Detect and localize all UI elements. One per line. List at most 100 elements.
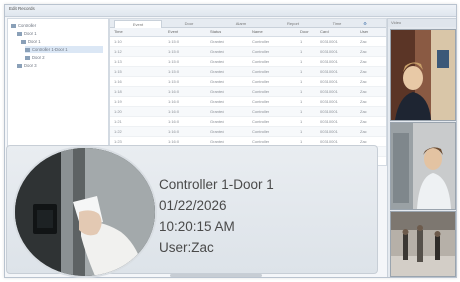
column-header[interactable]: Status (210, 28, 221, 36)
table-cell: 00310001 (320, 49, 338, 54)
table-cell: 00310001 (320, 119, 338, 124)
table-cell: 00310001 (320, 99, 338, 104)
tree-item-selected[interactable]: Controller 1-Door 1 (25, 46, 103, 53)
tab-door[interactable]: Door (166, 20, 212, 27)
table-row[interactable]: 1:12 1:15:0 Granted Controller 1 00310001 Zac (110, 47, 386, 57)
tree-item-label: Door 1 (24, 31, 37, 36)
camera-view-3[interactable] (390, 211, 456, 277)
table-cell: Granted (210, 99, 225, 104)
table-row[interactable]: 1:16 1:15:0 Granted Controller 1 00310001 Zac (110, 77, 386, 87)
table-row[interactable]: 1:13 1:15:0 Granted Controller 1 00310001 Zac (110, 57, 386, 67)
table-cell: Granted (210, 39, 225, 44)
table-row[interactable]: 1:10 1:15:0 Granted Controller 1 00310001 Zac (110, 37, 386, 47)
table-cell: 1 (300, 129, 303, 134)
table-cell: 1 (300, 79, 303, 84)
table-row[interactable]: 1:22 1:16:0 Granted Controller 1 00310001 Zac (110, 127, 386, 137)
table-cell: 1 (300, 119, 303, 124)
table-cell: 00310001 (320, 39, 338, 44)
table-cell: Zac (360, 39, 367, 44)
table-cell: Zac (360, 119, 367, 124)
table-cell: 1:20 (114, 109, 122, 114)
popup-time: 10:20:15 AM (159, 219, 235, 234)
column-header[interactable]: Card (320, 28, 329, 36)
tree-item-label: Controller (18, 23, 37, 28)
tab-event[interactable]: Event (114, 20, 162, 28)
table-cell: Granted (210, 49, 225, 54)
table-cell: Zac (360, 59, 367, 64)
table-cell: 1:16 (114, 79, 122, 84)
table-cell: 1 (300, 59, 303, 64)
table-cell: Controller (252, 79, 270, 84)
door-icon (25, 55, 30, 60)
tree-item-label: Door 2 (32, 55, 45, 60)
device-tree[interactable]: Controller Door 1 Door 1 Controller 1-Do… (7, 18, 109, 166)
table-cell: Controller (252, 119, 270, 124)
table-cell: Granted (210, 89, 225, 94)
table-cell: 00310001 (320, 69, 338, 74)
table-cell: Zac (360, 99, 367, 104)
table-cell: Zac (360, 109, 367, 114)
popup-door: Controller 1-Door 1 (159, 177, 274, 192)
tree-item[interactable]: Door 2 (25, 54, 45, 61)
tree-item[interactable]: Door 1 (17, 30, 37, 37)
settings-icon[interactable]: ⚙ (360, 20, 370, 27)
table-cell: Controller (252, 109, 270, 114)
table-cell: 1:18 (114, 89, 122, 94)
table-cell: 1:15:0 (168, 49, 180, 54)
table-cell: Zac (360, 69, 367, 74)
tab-time[interactable]: Time (322, 20, 352, 27)
table-cell: 1:16:0 (168, 89, 180, 94)
tree-item[interactable]: Door 1 (21, 38, 41, 45)
table-cell: 00310001 (320, 89, 338, 94)
table-cell: 1 (300, 99, 303, 104)
video-panel: Video (387, 18, 456, 277)
tree-item-label: Door 3 (24, 63, 37, 68)
table-cell: 1:13 (114, 59, 122, 64)
camera-image-2 (391, 123, 455, 209)
camera-view-2[interactable] (390, 122, 456, 210)
table-cell: 1:15:0 (168, 39, 180, 44)
column-header[interactable]: User (360, 28, 368, 36)
tree-item[interactable]: Door 3 (17, 62, 37, 69)
table-cell: Controller (252, 129, 270, 134)
tab-alarm[interactable]: Alarm (218, 20, 264, 27)
event-grid[interactable]: Event Door Alarm Report Time ⚙ Time Even… (109, 18, 387, 166)
column-header[interactable]: Name (252, 28, 263, 36)
grid-header: Time Event Status Name Door Card User (110, 28, 386, 37)
table-cell: Granted (210, 79, 225, 84)
table-cell: Zac (360, 89, 367, 94)
window-title: Edit Records (9, 6, 35, 11)
table-cell: 1:10 (114, 39, 122, 44)
table-row[interactable]: 1:18 1:16:0 Granted Controller 1 00310001 Zac (110, 87, 386, 97)
table-cell: Zac (360, 129, 367, 134)
tree-item-label: Controller 1-Door 1 (32, 47, 68, 52)
table-row[interactable]: 1:21 1:16:0 Granted Controller 1 00310001 Zac (110, 117, 386, 127)
horizontal-scrollbar[interactable] (170, 274, 262, 277)
column-header[interactable]: Time (114, 28, 123, 36)
video-panel-header: Video (388, 19, 456, 27)
tab-report[interactable]: Report (270, 20, 316, 27)
table-cell: Zac (360, 49, 367, 54)
access-snapshot (13, 146, 157, 278)
title-bar: Edit Records (5, 5, 456, 17)
tree-item[interactable]: Controller (11, 22, 36, 29)
table-cell: Controller (252, 59, 270, 64)
table-cell: Zac (360, 79, 367, 84)
camera-view-1[interactable] (390, 29, 456, 121)
table-row[interactable]: 1:19 1:16:0 Granted Controller 1 00310001 Zac (110, 97, 386, 107)
table-cell: 00310001 (320, 79, 338, 84)
door-icon (21, 39, 26, 44)
table-row[interactable]: 1:15 1:15:0 Granted Controller 1 00310001 Zac (110, 67, 386, 77)
table-cell: 1:15:0 (168, 79, 180, 84)
door-icon (17, 63, 22, 68)
column-header[interactable]: Door (300, 28, 309, 36)
column-header[interactable]: Event (168, 28, 178, 36)
table-cell: 1 (300, 109, 303, 114)
door-icon (25, 47, 30, 52)
tree-item-label: Door 1 (28, 39, 41, 44)
popup-date: 01/22/2026 (159, 198, 227, 213)
table-cell: 1:21 (114, 119, 122, 124)
table-cell: 1:16:0 (168, 119, 180, 124)
table-cell: 1:22 (114, 129, 122, 134)
table-row[interactable]: 1:20 1:16:0 Granted Controller 1 00310001 Zac (110, 107, 386, 117)
